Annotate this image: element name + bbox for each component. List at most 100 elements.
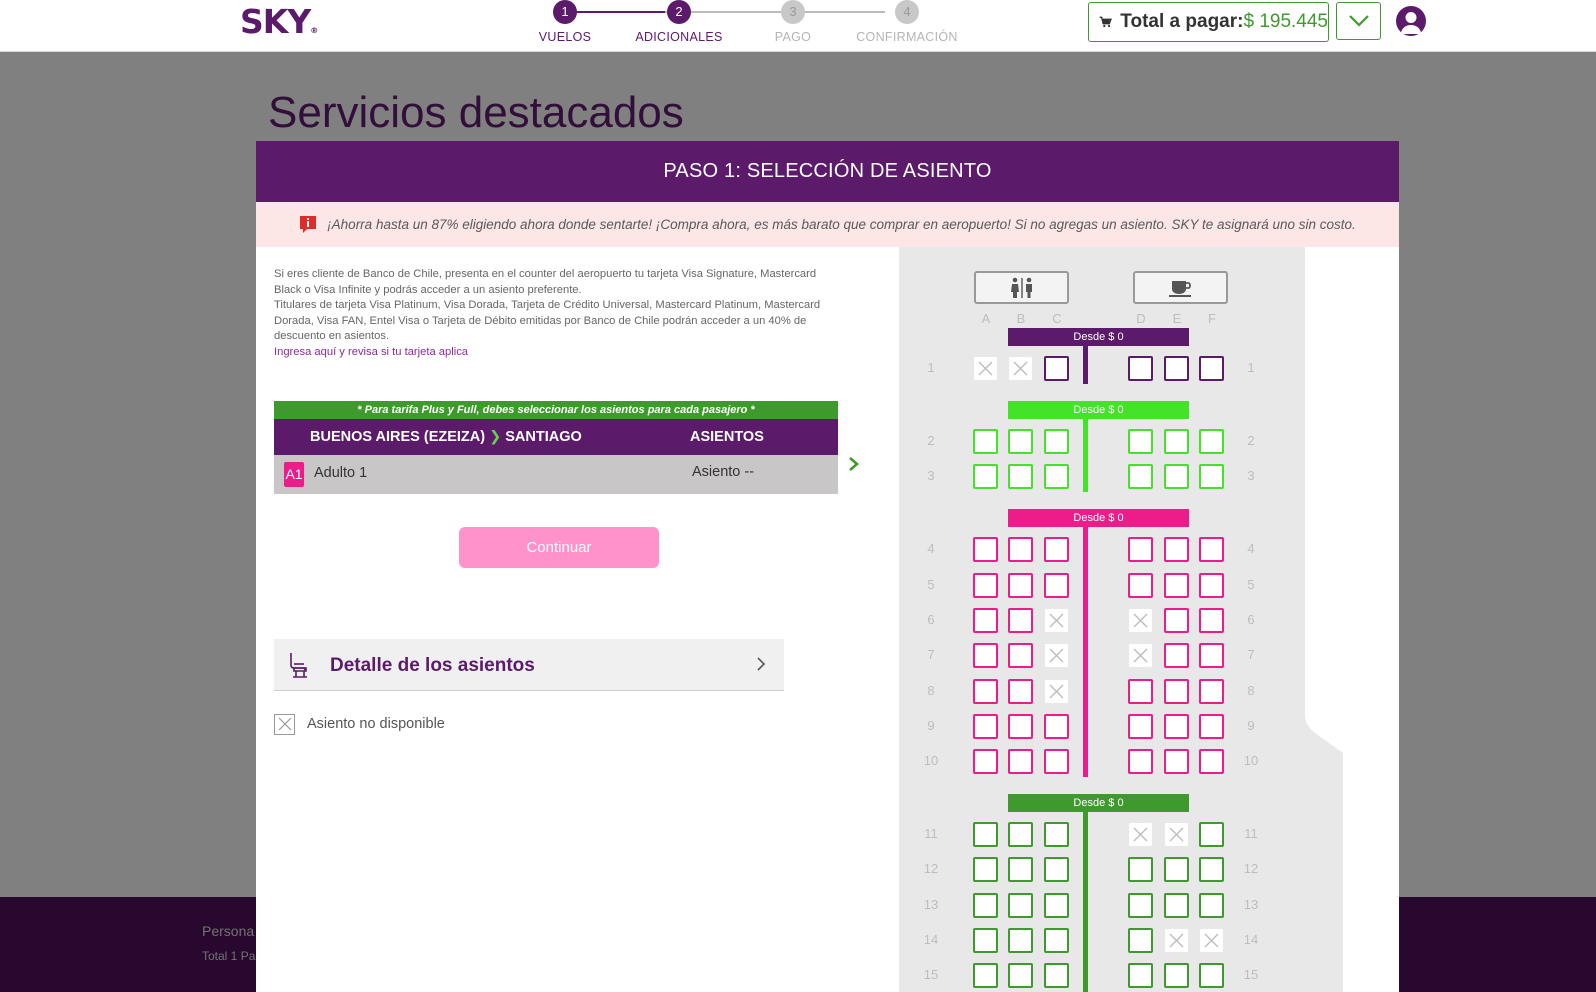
seat-12e[interactable] [1164,857,1189,882]
seat-7e[interactable] [1164,643,1189,668]
seat-15a[interactable] [973,963,998,988]
seat-6a[interactable] [973,608,998,633]
seat-5a[interactable] [973,573,998,598]
seat-13e[interactable] [1164,893,1189,918]
seat-5f[interactable] [1199,573,1224,598]
continue-button[interactable]: Continuar [459,527,659,568]
seat-13c[interactable] [1044,893,1069,918]
seat-15f[interactable] [1199,963,1224,988]
seat-2b[interactable] [1008,429,1033,454]
step-label: VUELOS [538,30,592,44]
seat-4f[interactable] [1199,537,1224,562]
seat-15d[interactable] [1128,963,1153,988]
seat-14c[interactable] [1044,928,1069,953]
seat-2c[interactable] [1044,429,1069,454]
seat-8b[interactable] [1008,679,1033,704]
cart-total-button[interactable]: Total a pagar: $ 195.445 [1088,2,1329,42]
seat-13a[interactable] [973,893,998,918]
seat-2f[interactable] [1199,429,1224,454]
seat-4a[interactable] [973,537,998,562]
seat-4e[interactable] [1164,537,1189,562]
seat-11d [1128,822,1153,847]
seat-7a[interactable] [973,643,998,668]
seat-11c[interactable] [1044,822,1069,847]
seat-1c[interactable] [1044,356,1069,381]
row-number: 11 [1244,826,1258,841]
seat-8f[interactable] [1199,679,1224,704]
seat-9f[interactable] [1199,714,1224,739]
seat-3d[interactable] [1128,464,1153,489]
seat-1d[interactable] [1128,356,1153,381]
seat-11f[interactable] [1199,822,1224,847]
seat-14d[interactable] [1128,928,1153,953]
seat-15b[interactable] [1008,963,1033,988]
seat-9e[interactable] [1164,714,1189,739]
seat-8e[interactable] [1164,679,1189,704]
seat-12f[interactable] [1199,857,1224,882]
seat-9b[interactable] [1008,714,1033,739]
seat-8a[interactable] [973,679,998,704]
seat-12a[interactable] [973,857,998,882]
seat-3a[interactable] [973,464,998,489]
seat-1f[interactable] [1199,356,1224,381]
seat-4b[interactable] [1008,537,1033,562]
seat-13f[interactable] [1199,893,1224,918]
seat-10f[interactable] [1199,749,1224,774]
seat-6b[interactable] [1008,608,1033,633]
seat-12d[interactable] [1128,857,1153,882]
seat-10a[interactable] [973,749,998,774]
seat-3e[interactable] [1164,464,1189,489]
seat-13b[interactable] [1008,893,1033,918]
seat-5e[interactable] [1164,573,1189,598]
seat-5d[interactable] [1128,573,1153,598]
seat-2d[interactable] [1128,429,1153,454]
seat-3b[interactable] [1008,464,1033,489]
seat-15e[interactable] [1164,963,1189,988]
card-check-link[interactable]: Ingresa aquí y revisa si tu tarjeta apli… [274,345,844,361]
seat-3c[interactable] [1044,464,1069,489]
seat-7b[interactable] [1008,643,1033,668]
seat-9a[interactable] [973,714,998,739]
seat-10d[interactable] [1128,749,1153,774]
seat-7f[interactable] [1199,643,1224,668]
seat-2a[interactable] [973,429,998,454]
seat-5c[interactable] [1044,573,1069,598]
seat-14b[interactable] [1008,928,1033,953]
step-adicionales[interactable]: 2 ADICIONALES [624,0,734,44]
seat-2e[interactable] [1164,429,1189,454]
seat-8d[interactable] [1128,679,1153,704]
seat-13d[interactable] [1128,893,1153,918]
chevron-right-icon [757,657,766,671]
seat-4d[interactable] [1128,537,1153,562]
seat-10e[interactable] [1164,749,1189,774]
seat-1e[interactable] [1164,356,1189,381]
passenger-name: Adulto 1 [314,465,368,481]
seat-3f[interactable] [1199,464,1224,489]
cart-dropdown-button[interactable] [1336,2,1381,40]
seat-4c[interactable] [1044,537,1069,562]
promo-alert: ¡Ahorra hasta un 87% eligiendo ahora don… [256,202,1399,247]
seat-12c[interactable] [1044,857,1069,882]
step-vuelos[interactable]: 1 VUELOS [510,0,620,44]
seat-6e[interactable] [1164,608,1189,633]
row-number: 9 [1247,718,1255,733]
seat-12b[interactable] [1008,857,1033,882]
seat-14a[interactable] [973,928,998,953]
user-account-button[interactable] [1396,6,1426,36]
seat-6f[interactable] [1199,608,1224,633]
sky-logo[interactable]: SKY® [240,2,318,41]
column-label-d: D [1136,311,1146,326]
unavailable-seat-icon [978,361,993,376]
passenger-row[interactable]: A1 Adulto 1 Asiento -- [274,455,838,494]
seat-11a[interactable] [973,822,998,847]
seat-10c[interactable] [1044,749,1069,774]
step-label: ADICIONALES [635,30,723,44]
legend-label: Asiento no disponible [307,716,445,732]
seat-5b[interactable] [1008,573,1033,598]
seat-15c[interactable] [1044,963,1069,988]
seat-10b[interactable] [1008,749,1033,774]
seat-11b[interactable] [1008,822,1033,847]
seat-9d[interactable] [1128,714,1153,739]
seat-details-accordion[interactable]: Detalle de los asientos [274,639,784,691]
seat-9c[interactable] [1044,714,1069,739]
